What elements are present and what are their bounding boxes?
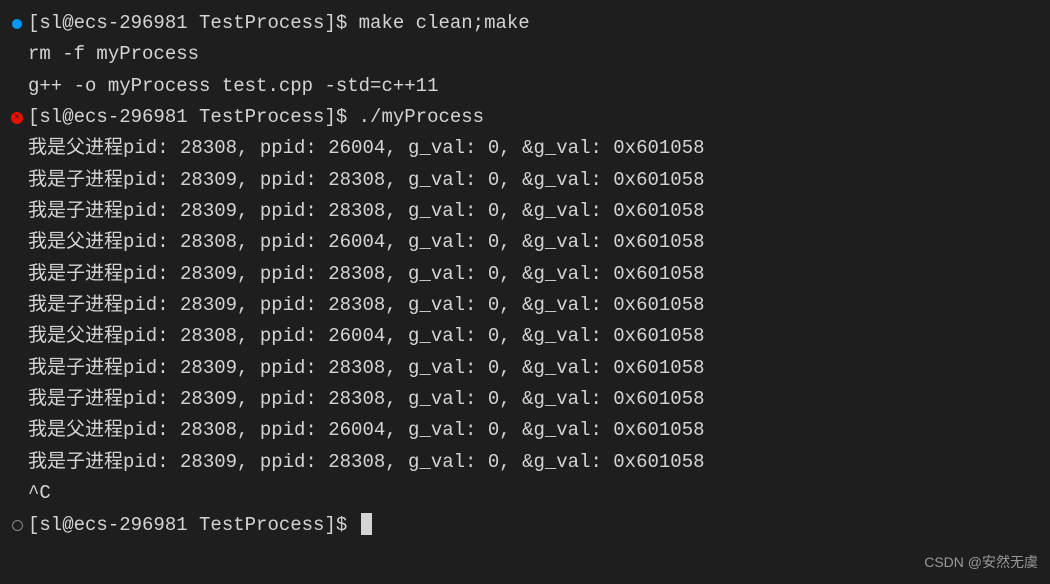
terminal-line-output: 我是子进程pid: 28309, ppid: 28308, g_val: 0, … [0,290,1050,321]
circle-icon [12,520,23,531]
process-output: 我是父进程pid: 28308, ppid: 26004, g_val: 0, … [28,321,705,352]
terminal-line-output: 我是父进程pid: 28308, ppid: 26004, g_val: 0, … [0,415,1050,446]
terminal-line-output: g++ -o myProcess test.cpp -std=c++11 [0,71,1050,102]
process-output: 我是子进程pid: 28309, ppid: 28308, g_val: 0, … [28,384,705,415]
error-icon: ✕ [11,112,23,124]
terminal-line-prompt2[interactable]: ✕ [sl@ecs-296981 TestProcess]$ ./myProce… [0,102,1050,133]
terminal-line-output: 我是子进程pid: 28309, ppid: 28308, g_val: 0, … [0,447,1050,478]
interrupt-text: ^C [28,478,51,509]
watermark-text: CSDN @安然无虞 [924,551,1038,574]
process-output: 我是父进程pid: 28308, ppid: 26004, g_val: 0, … [28,133,705,164]
process-output: 我是子进程pid: 28309, ppid: 28308, g_val: 0, … [28,196,705,227]
gutter-marker-circle [6,520,28,531]
gutter-marker-error: ✕ [6,112,28,124]
prompt-text: [sl@ecs-296981 TestProcess]$ [28,510,372,541]
prompt-text: [sl@ecs-296981 TestProcess]$ ./myProcess [28,102,484,133]
process-output: 我是子进程pid: 28309, ppid: 28308, g_val: 0, … [28,290,705,321]
prompt-text: [sl@ecs-296981 TestProcess]$ make clean;… [28,8,530,39]
terminal-line-output: rm -f myProcess [0,39,1050,70]
terminal-line-prompt1[interactable]: [sl@ecs-296981 TestProcess]$ make clean;… [0,8,1050,39]
terminal-line-interrupt: ^C [0,478,1050,509]
terminal-line-output: 我是子进程pid: 28309, ppid: 28308, g_val: 0, … [0,165,1050,196]
terminal-line-output: 我是父进程pid: 28308, ppid: 26004, g_val: 0, … [0,133,1050,164]
make-output-1: rm -f myProcess [28,39,199,70]
process-output: 我是子进程pid: 28309, ppid: 28308, g_val: 0, … [28,447,705,478]
terminal-line-output: 我是父进程pid: 28308, ppid: 26004, g_val: 0, … [0,227,1050,258]
gutter-marker-blue [6,19,28,29]
cursor-icon [361,513,372,535]
process-output: 我是子进程pid: 28309, ppid: 28308, g_val: 0, … [28,353,705,384]
terminal-line-prompt3[interactable]: [sl@ecs-296981 TestProcess]$ [0,510,1050,541]
terminal-line-output: 我是子进程pid: 28309, ppid: 28308, g_val: 0, … [0,196,1050,227]
process-output: 我是父进程pid: 28308, ppid: 26004, g_val: 0, … [28,227,705,258]
terminal-line-output: 我是子进程pid: 28309, ppid: 28308, g_val: 0, … [0,259,1050,290]
process-output: 我是子进程pid: 28309, ppid: 28308, g_val: 0, … [28,259,705,290]
terminal-line-output: 我是子进程pid: 28309, ppid: 28308, g_val: 0, … [0,384,1050,415]
terminal-line-output: 我是子进程pid: 28309, ppid: 28308, g_val: 0, … [0,353,1050,384]
terminal-line-output: 我是父进程pid: 28308, ppid: 26004, g_val: 0, … [0,321,1050,352]
process-output: 我是父进程pid: 28308, ppid: 26004, g_val: 0, … [28,415,705,446]
process-output: 我是子进程pid: 28309, ppid: 28308, g_val: 0, … [28,165,705,196]
make-output-2: g++ -o myProcess test.cpp -std=c++11 [28,71,438,102]
